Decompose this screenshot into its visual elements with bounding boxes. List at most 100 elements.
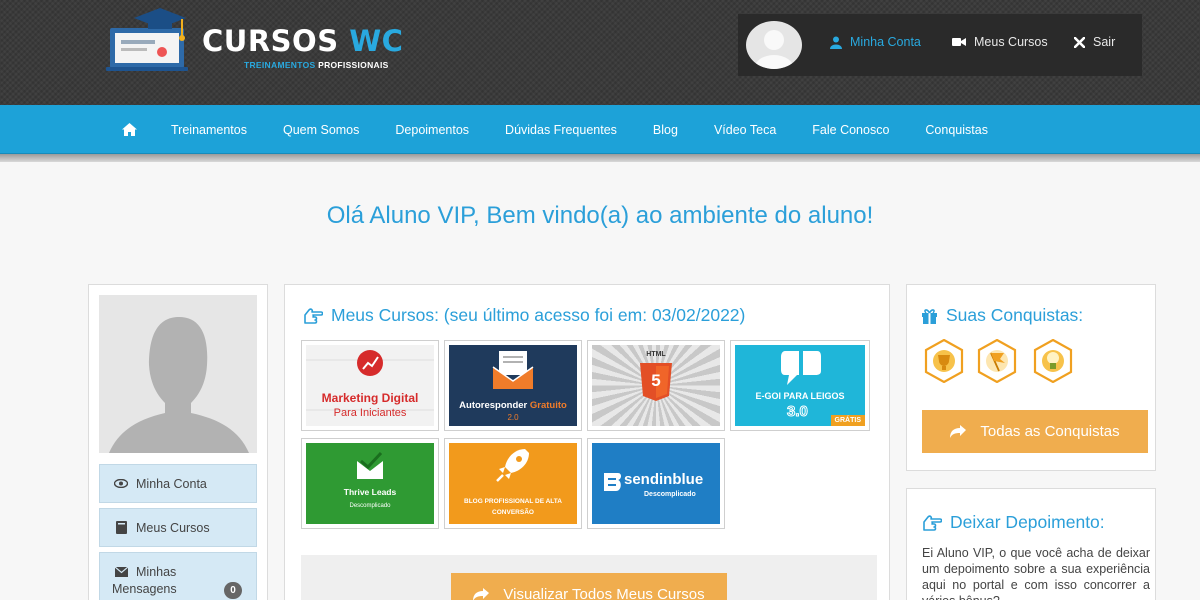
course-title-sendinblue-line2: Descomplicado xyxy=(644,491,696,498)
view-all-courses-button[interactable]: Visualizar Todos Meus Cursos xyxy=(451,573,727,600)
sidebar-messages-line2: Mensagens xyxy=(112,582,177,596)
logout-label: Sair xyxy=(1093,35,1116,49)
student-sidebar: Minha Conta Meus Cursos Minhas Mensagens… xyxy=(88,284,268,600)
my-courses-heading: Meus Cursos: (seu último acesso foi em: … xyxy=(303,305,745,326)
course-title-autoresponder-line2: 2.0 xyxy=(507,413,519,422)
course-card-html5[interactable]: HTML 5 xyxy=(587,340,725,431)
course-title-blog-line2: CONVERSÃO xyxy=(492,509,534,516)
course-thumb-blog-profissional: BLOG PROFISSIONAL DE ALTA CONVERSÃO xyxy=(449,443,577,524)
hand-pointing-icon xyxy=(923,514,942,531)
course-title-thrive-line1: Thrive Leads xyxy=(343,487,397,497)
gift-icon xyxy=(922,308,937,324)
brand-name-part1: CURSOS xyxy=(202,24,350,58)
course-card-sendinblue[interactable]: sendinblue Descomplicado xyxy=(587,438,725,529)
course-thumb-html5: HTML 5 xyxy=(592,345,720,426)
video-camera-icon xyxy=(952,38,966,46)
testimonial-prompt-text: Ei Aluno VIP, o que você acha de deixar … xyxy=(922,546,1150,600)
sidebar-my-account-button[interactable]: Minha Conta xyxy=(99,464,257,503)
free-tag-badge: GRÁTIS xyxy=(830,415,865,426)
course-title-blog-line1: BLOG PROFISSIONAL DE ALTA xyxy=(464,498,562,505)
course-title-egoi-version: 3.0 xyxy=(787,403,809,421)
sidebar-my-courses-button[interactable]: Meus Cursos xyxy=(99,508,257,547)
my-courses-panel: Meus Cursos: (seu último acesso foi em: … xyxy=(284,284,890,600)
course-card-marketing-digital[interactable]: Marketing Digital Para Iniciantes xyxy=(301,340,439,431)
eye-icon xyxy=(114,479,128,488)
course-card-blog-profissional[interactable]: BLOG PROFISSIONAL DE ALTA CONVERSÃO xyxy=(444,438,582,529)
messages-count-badge: 0 xyxy=(224,582,242,599)
sidebar-messages-label: Minhas Mensagens xyxy=(112,565,177,596)
envelope-icon xyxy=(114,567,128,577)
brand-name: CURSOS WC xyxy=(202,24,403,58)
course-thumb-marketing-digital: Marketing Digital Para Iniciantes xyxy=(306,345,434,426)
course-card-thrive-leads[interactable]: Thrive Leads Descomplicado xyxy=(301,438,439,529)
hand-pointing-icon xyxy=(304,307,323,324)
graduation-certificate-icon xyxy=(106,8,188,71)
course-title-html-number: 5 xyxy=(651,371,661,390)
course-title-autoresponder-b: Gratuito xyxy=(529,400,567,411)
course-card-egoi[interactable]: E-GOI PARA LEIGOS 3.0 GRÁTIS xyxy=(730,340,870,431)
sidebar-my-courses-label: Meus Cursos xyxy=(136,520,210,535)
user-avatar[interactable] xyxy=(746,21,802,69)
profile-photo xyxy=(99,295,257,453)
site-header: CURSOS WC TREINAMENTOS PROFISSIONAIS Min… xyxy=(0,0,1200,105)
view-all-courses-area: Visualizar Todos Meus Cursos xyxy=(301,555,877,600)
course-title-thrive-line2: Descomplicado xyxy=(349,503,391,509)
testimonial-panel: Deixar Depoimento: Ei Aluno VIP, o que v… xyxy=(906,488,1156,600)
user-icon xyxy=(830,36,842,49)
testimonial-heading: Deixar Depoimento: xyxy=(922,512,1105,533)
speech-bubble-icon xyxy=(781,351,821,385)
my-courses-heading-text: Meus Cursos: (seu último acesso foi em: … xyxy=(331,305,746,325)
nav-blog[interactable]: Blog xyxy=(653,123,678,137)
course-card-autoresponder[interactable]: Autoresponder Gratuito 2.0 xyxy=(444,340,582,431)
course-title-autoresponder-a: Autoresponder xyxy=(459,400,528,411)
achievements-heading: Suas Conquistas: xyxy=(921,305,1083,326)
brand-tagline-part2: PROFISSIONAIS xyxy=(318,60,389,70)
nav-conquistas[interactable]: Conquistas xyxy=(925,123,988,137)
course-title-egoi-line1: E-GOI PARA LEIGOS xyxy=(755,391,845,401)
nav-fale-conosco[interactable]: Fale Conosco xyxy=(812,123,889,137)
main-nav: Treinamentos Quem Somos Depoimentos Dúvi… xyxy=(0,105,1200,154)
course-title-autoresponder-line1: Autoresponder Gratuito xyxy=(449,400,577,411)
all-achievements-label: Todas as Conquistas xyxy=(980,423,1120,440)
user-silhouette-icon xyxy=(754,30,794,69)
course-title-marketing-line2: Para Iniciantes xyxy=(333,407,407,419)
site-logo[interactable]: CURSOS WC TREINAMENTOS PROFISSIONAIS xyxy=(100,4,410,74)
envelope-check-icon xyxy=(357,451,383,479)
achievements-panel: Suas Conquistas: Todas as Conquistas xyxy=(906,284,1156,471)
my-account-link[interactable]: Minha Conta xyxy=(830,35,921,49)
course-thumb-thrive-leads: Thrive Leads Descomplicado xyxy=(306,443,434,524)
achievement-lightbulb-badge-icon[interactable] xyxy=(1031,339,1075,383)
brand-tagline: TREINAMENTOS PROFISSIONAIS xyxy=(244,60,389,70)
my-courses-link[interactable]: Meus Cursos xyxy=(952,35,1048,49)
user-bar: Minha Conta Meus Cursos Sair xyxy=(738,14,1142,76)
course-title-html-label: HTML xyxy=(646,351,666,358)
nav-duvidas-frequentes[interactable]: Dúvidas Frequentes xyxy=(505,123,617,137)
logout-link[interactable]: Sair xyxy=(1074,35,1115,49)
achievement-flag-badge-icon[interactable] xyxy=(975,339,1019,383)
my-courses-label: Meus Cursos xyxy=(974,35,1048,49)
share-arrow-icon xyxy=(473,587,490,600)
brand-name-part2: WC xyxy=(349,24,404,58)
nav-list: Treinamentos Quem Somos Depoimentos Dúvi… xyxy=(122,105,1024,154)
nav-home[interactable] xyxy=(122,123,137,136)
nav-depoimentos[interactable]: Depoimentos xyxy=(395,123,469,137)
person-silhouette-icon xyxy=(99,295,257,453)
testimonial-heading-text: Deixar Depoimento: xyxy=(950,512,1105,532)
nav-video-teca[interactable]: Vídeo Teca xyxy=(714,123,776,137)
home-icon xyxy=(122,123,137,136)
brand-tagline-part1: TREINAMENTOS xyxy=(244,60,319,70)
course-title-sendinblue-line1: sendinblue xyxy=(624,471,704,488)
nav-treinamentos[interactable]: Treinamentos xyxy=(171,123,247,137)
share-arrow-icon xyxy=(950,425,967,438)
nav-quem-somos[interactable]: Quem Somos xyxy=(283,123,359,137)
course-thumb-autoresponder: Autoresponder Gratuito 2.0 xyxy=(449,345,577,426)
course-thumb-sendinblue: sendinblue Descomplicado xyxy=(592,443,720,524)
course-thumb-egoi: E-GOI PARA LEIGOS 3.0 GRÁTIS xyxy=(735,345,865,426)
all-achievements-button[interactable]: Todas as Conquistas xyxy=(922,410,1148,453)
nav-shadow xyxy=(0,154,1200,162)
sidebar-messages-button[interactable]: Minhas Mensagens 0 xyxy=(99,552,257,600)
rocket-icon xyxy=(496,449,529,482)
sidebar-messages-line1: Minhas xyxy=(136,565,177,579)
achievement-trophy-badge-icon[interactable] xyxy=(922,339,966,383)
envelope-open-icon xyxy=(492,351,534,389)
